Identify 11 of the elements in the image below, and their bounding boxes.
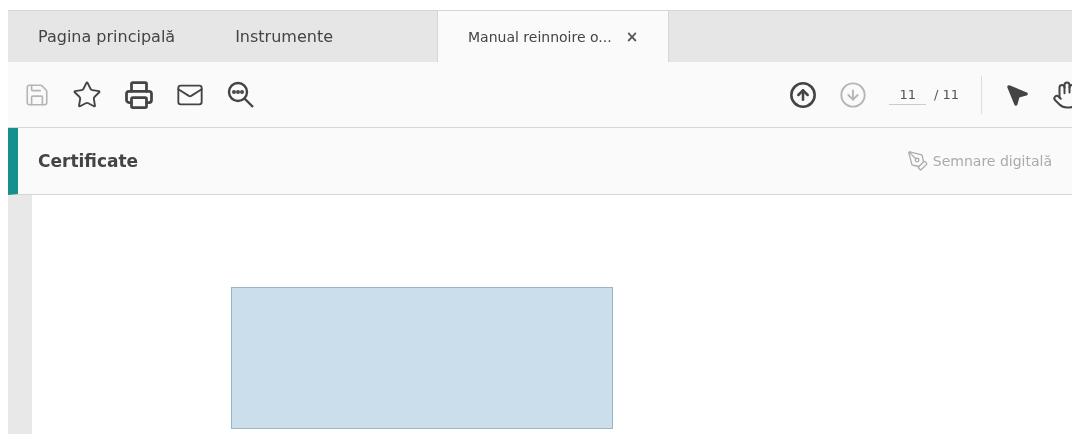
star-icon[interactable] — [72, 79, 102, 110]
pen-icon — [906, 150, 929, 172]
search-icon[interactable] — [226, 79, 256, 110]
page-number-field[interactable]: 11 — [889, 84, 926, 105]
page-total: / 11 — [933, 87, 959, 102]
tab[interactable]: Manual reinnoire o... × — [437, 11, 670, 62]
tab[interactable]: Instrumente — [205, 11, 363, 62]
printer-icon[interactable] — [124, 79, 154, 110]
panel-title: Certificate — [38, 151, 140, 171]
tab[interactable]: Pagina principală — [8, 11, 206, 62]
close-icon[interactable]: × — [625, 27, 639, 46]
